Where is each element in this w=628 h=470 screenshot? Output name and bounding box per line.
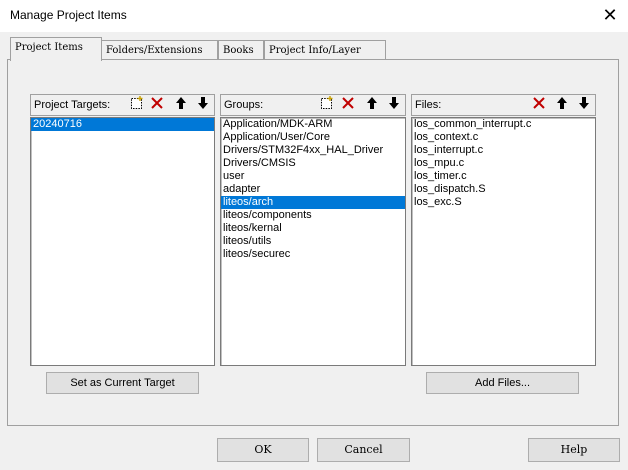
list-item[interactable]: los_context.c bbox=[412, 131, 595, 144]
list-item[interactable]: Drivers/STM32F4xx_HAL_Driver bbox=[221, 144, 405, 157]
new-icon bbox=[131, 96, 143, 109]
delete-target-button[interactable] bbox=[148, 96, 166, 114]
arrow-down-icon bbox=[198, 97, 208, 109]
delete-icon bbox=[151, 97, 163, 109]
targets-list[interactable]: 20240716 bbox=[30, 117, 215, 366]
add-files-button[interactable]: Add Files... bbox=[426, 372, 579, 394]
ok-button[interactable]: OK bbox=[217, 438, 309, 462]
targets-header: Project Targets: bbox=[30, 94, 215, 116]
list-item[interactable]: liteos/components bbox=[221, 209, 405, 222]
tab-books[interactable]: Books bbox=[218, 40, 264, 61]
arrow-down-icon bbox=[579, 97, 589, 109]
move-group-down-button[interactable] bbox=[385, 96, 403, 114]
groups-header: Groups: bbox=[220, 94, 406, 116]
list-item[interactable]: Application/MDK-ARM bbox=[221, 118, 405, 131]
delete-icon bbox=[533, 97, 545, 109]
tab-label: Books bbox=[223, 45, 254, 56]
cancel-button[interactable]: Cancel bbox=[317, 438, 410, 462]
files-list[interactable]: los_common_interrupt.c los_context.c los… bbox=[411, 117, 596, 366]
list-item[interactable]: Drivers/CMSIS bbox=[221, 157, 405, 170]
list-item[interactable]: los_exc.S bbox=[412, 196, 595, 209]
list-item[interactable]: user bbox=[221, 170, 405, 183]
groups-list[interactable]: Application/MDK-ARM Application/User/Cor… bbox=[220, 117, 406, 366]
tab-project-items[interactable]: Project Items bbox=[10, 37, 102, 61]
arrow-up-icon bbox=[557, 97, 567, 109]
delete-file-button[interactable] bbox=[530, 96, 548, 114]
list-item[interactable]: los_mpu.c bbox=[412, 157, 595, 170]
help-button[interactable]: Help bbox=[528, 438, 620, 462]
new-icon bbox=[321, 96, 333, 109]
delete-group-button[interactable] bbox=[339, 96, 357, 114]
list-item[interactable]: adapter bbox=[221, 183, 405, 196]
new-group-button[interactable] bbox=[318, 96, 336, 114]
move-group-up-button[interactable] bbox=[363, 96, 381, 114]
files-header: Files: bbox=[411, 94, 596, 116]
tab-folders-extensions[interactable]: Folders/Extensions bbox=[101, 40, 218, 61]
arrow-up-icon bbox=[367, 97, 377, 109]
arrow-up-icon bbox=[176, 97, 186, 109]
tab-project-info-layer[interactable]: Project Info/Layer bbox=[264, 40, 386, 61]
list-item[interactable]: 20240716 bbox=[31, 118, 214, 131]
window-title: Manage Project Items bbox=[10, 8, 127, 22]
list-item[interactable]: los_dispatch.S bbox=[412, 183, 595, 196]
list-item[interactable]: los_common_interrupt.c bbox=[412, 118, 595, 131]
new-target-button[interactable] bbox=[128, 96, 146, 114]
list-item[interactable]: Application/User/Core bbox=[221, 131, 405, 144]
groups-label: Groups: bbox=[224, 99, 264, 111]
list-item[interactable]: liteos/arch bbox=[221, 196, 405, 209]
move-file-up-button[interactable] bbox=[553, 96, 571, 114]
tab-label: Folders/Extensions bbox=[106, 45, 203, 56]
files-label: Files: bbox=[415, 99, 442, 111]
set-current-target-button[interactable]: Set as Current Target bbox=[46, 372, 199, 394]
move-target-up-button[interactable] bbox=[172, 96, 190, 114]
list-item[interactable]: los_interrupt.c bbox=[412, 144, 595, 157]
tab-label: Project Info/Layer bbox=[269, 45, 361, 56]
move-target-down-button[interactable] bbox=[194, 96, 212, 114]
close-icon: ✕ bbox=[602, 5, 618, 25]
list-item[interactable]: liteos/securec bbox=[221, 248, 405, 261]
arrow-down-icon bbox=[389, 97, 399, 109]
list-item[interactable]: liteos/kernal bbox=[221, 222, 405, 235]
close-button[interactable]: ✕ bbox=[596, 4, 624, 26]
targets-label: Project Targets: bbox=[34, 99, 111, 111]
delete-icon bbox=[342, 97, 354, 109]
list-item[interactable]: los_timer.c bbox=[412, 170, 595, 183]
list-item[interactable]: liteos/utils bbox=[221, 235, 405, 248]
tab-label: Project Items bbox=[15, 42, 83, 53]
move-file-down-button[interactable] bbox=[575, 96, 593, 114]
